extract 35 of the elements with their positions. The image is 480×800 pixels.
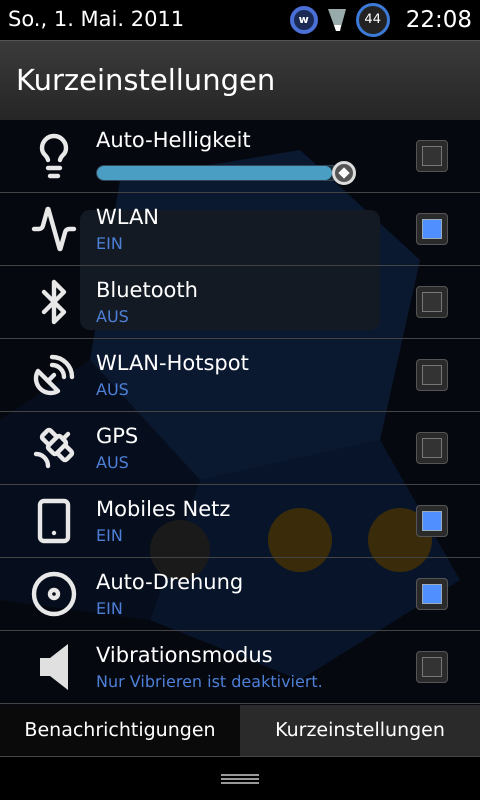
checkbox[interactable]	[416, 505, 448, 537]
setting-label: WLAN-Hotspot	[96, 350, 250, 376]
pulse-icon	[30, 205, 78, 253]
battery-indicator: 44	[356, 3, 390, 37]
setting-status: AUS	[96, 307, 130, 328]
checkbox[interactable]	[416, 359, 448, 391]
setting-label: Mobiles Netz	[96, 496, 232, 522]
setting-label: Auto-Drehung	[96, 568, 244, 596]
checkbox[interactable]	[416, 213, 448, 245]
setting-label: WLAN	[96, 204, 160, 230]
setting-label: Auto-Helligkeit	[96, 126, 252, 154]
setting-label: Vibrationsmodus	[96, 642, 274, 668]
setting-status: EIN	[96, 234, 124, 254]
checkbox[interactable]	[416, 651, 448, 683]
setting-status: AUS	[96, 453, 130, 474]
header-title: Kurzeinstellungen	[16, 62, 276, 99]
setting-status: Nur Vibrieren ist deaktiviert.	[96, 672, 324, 692]
speaker-icon	[40, 644, 68, 690]
setting-status: AUS	[96, 380, 130, 400]
signal-icon	[326, 7, 348, 33]
app-badge: w	[290, 6, 318, 34]
checkbox[interactable]	[416, 432, 448, 464]
drag-handle-icon[interactable]	[221, 772, 259, 784]
setting-status: EIN	[96, 526, 124, 546]
checkbox[interactable]	[416, 286, 448, 318]
checkbox[interactable]	[416, 578, 448, 610]
setting-label: GPS	[96, 422, 140, 450]
checkbox[interactable]	[416, 140, 448, 172]
tab[interactable]: Benachrichtigungen	[0, 705, 240, 756]
setting-status: EIN	[96, 599, 124, 620]
setting-label: Bluetooth	[96, 276, 199, 304]
status-time: 22:08	[406, 6, 472, 35]
disc-icon	[30, 570, 78, 618]
status-date: So., 1. Mai. 2011	[8, 6, 186, 34]
tab[interactable]: Kurzeinstellungen	[240, 705, 480, 756]
